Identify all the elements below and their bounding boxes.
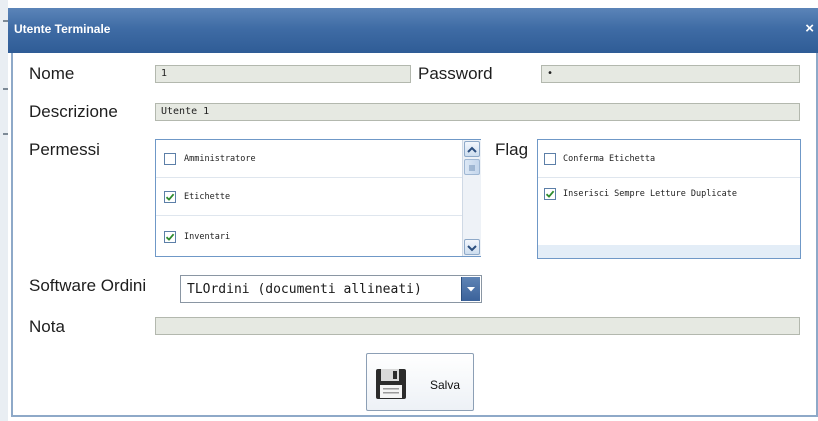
list-item-label: Amministratore — [184, 154, 256, 164]
nota-label: Nota — [29, 317, 65, 336]
chevron-up-icon — [467, 146, 477, 153]
software-ordini-label: Software Ordini — [29, 276, 147, 295]
list-item-label: Etichette — [184, 192, 231, 202]
descrizione-field[interactable]: Utente 1 — [155, 103, 800, 121]
descrizione-label: Descrizione — [29, 102, 118, 121]
checkbox-amministratore[interactable] — [164, 153, 176, 165]
list-item-etichette[interactable]: Etichette — [156, 178, 462, 216]
flag-list[interactable]: Conferma Etichetta Inserisci Sempre Lett… — [537, 139, 801, 259]
permessi-list[interactable]: Amministratore Etichette Inventari — [155, 139, 481, 257]
nome-label: Nome — [29, 64, 75, 83]
scroll-up-button[interactable] — [464, 141, 480, 157]
dialog-title: Utente Terminale — [14, 22, 111, 36]
nota-field[interactable] — [155, 317, 800, 335]
list-item-conferma-etichetta[interactable]: Conferma Etichetta — [538, 140, 800, 178]
dialog-titlebar[interactable]: Utente Terminale × — [8, 8, 818, 53]
close-icon[interactable]: × — [805, 20, 814, 37]
chevron-down-icon — [467, 245, 477, 252]
save-button[interactable]: Salva — [366, 353, 474, 411]
list-item-inserisci-duplicate[interactable]: Inserisci Sempre Letture Duplicate — [538, 178, 800, 216]
scroll-thumb[interactable] — [464, 159, 480, 175]
permessi-scrollbar[interactable] — [462, 140, 481, 256]
nome-field[interactable]: 1 — [155, 65, 411, 83]
list-item-inventari[interactable]: Inventari — [156, 216, 462, 254]
password-field[interactable]: • — [541, 65, 800, 83]
dropdown-button[interactable] — [461, 277, 480, 301]
checkbox-inventari[interactable] — [164, 231, 176, 243]
list-item-label: Inserisci Sempre Letture Duplicate — [563, 189, 737, 199]
flag-label: Flag — [495, 140, 529, 159]
grip-icon — [469, 165, 475, 171]
password-label: Password — [418, 64, 493, 83]
software-ordini-value: TLOrdini (documenti allineati) — [187, 282, 422, 297]
checkbox-etichette[interactable] — [164, 191, 176, 203]
checkmark-icon — [165, 193, 175, 201]
list-item-label: Conferma Etichetta — [563, 154, 656, 164]
background-window-edge — [0, 0, 8, 421]
utente-terminale-dialog: Utente Terminale × Nome 1 Password • Des… — [8, 8, 818, 421]
checkbox-inserisci-duplicate[interactable] — [544, 188, 556, 200]
permessi-label: Permessi — [29, 140, 100, 159]
save-button-label: Salva — [430, 378, 461, 392]
checkmark-icon — [545, 190, 555, 198]
list-item-label: Inventari — [184, 232, 231, 242]
scroll-down-button[interactable] — [464, 239, 480, 255]
flag-list-footer — [538, 245, 800, 258]
floppy-disk-icon — [376, 369, 406, 399]
dialog-content: Nome 1 Password • Descrizione Utente 1 P… — [11, 53, 818, 417]
chevron-down-icon — [467, 287, 475, 292]
checkmark-icon — [165, 233, 175, 241]
list-item-amministratore[interactable]: Amministratore — [156, 140, 462, 178]
software-ordini-select[interactable]: TLOrdini (documenti allineati) — [180, 275, 482, 303]
checkbox-conferma-etichetta[interactable] — [544, 153, 556, 165]
